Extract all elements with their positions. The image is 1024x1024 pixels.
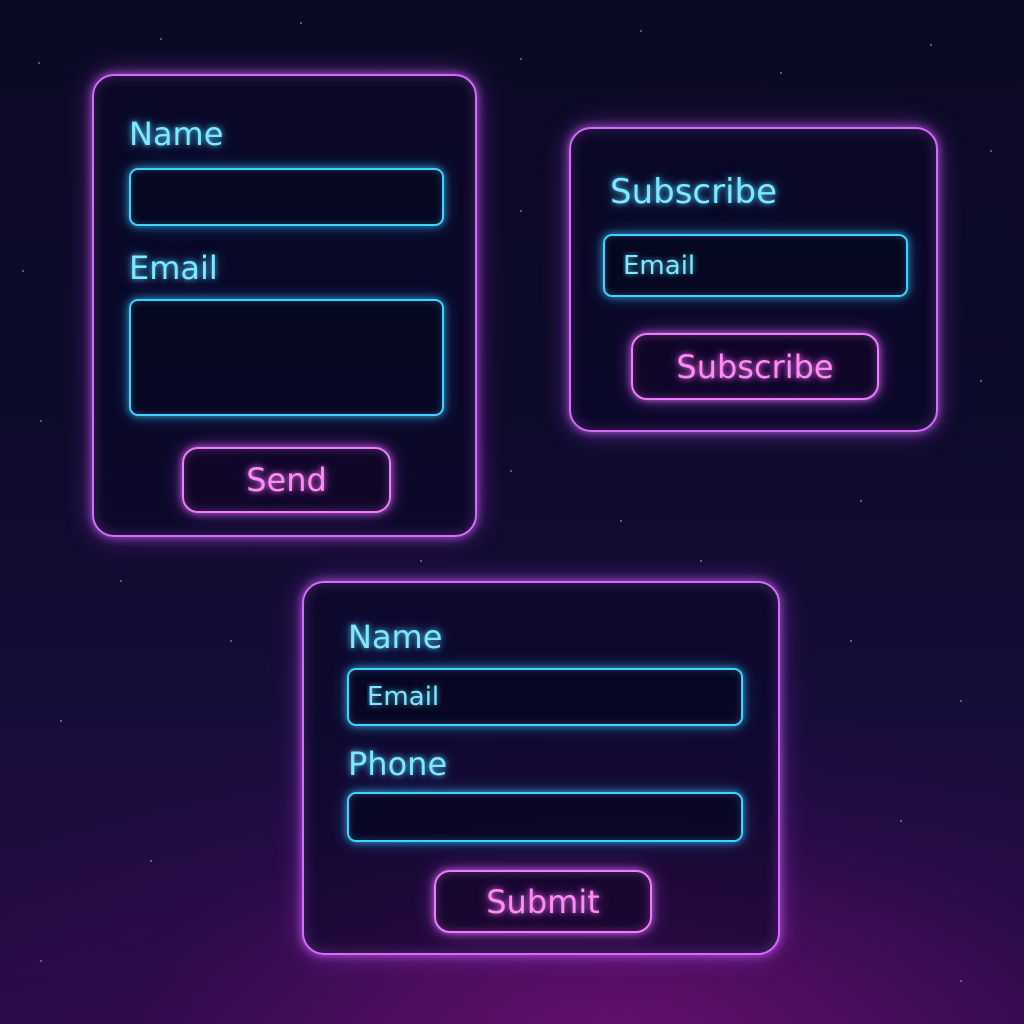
- email-textarea[interactable]: [129, 299, 444, 416]
- subscribe-email-input[interactable]: [603, 234, 908, 297]
- signup-form-card: Name Phone Submit: [302, 581, 780, 955]
- submit-button[interactable]: Submit: [434, 870, 652, 933]
- signup-name-label: Name: [348, 618, 443, 656]
- signup-email-input[interactable]: [347, 668, 743, 726]
- phone-label: Phone: [348, 745, 448, 783]
- subscribe-title: Subscribe: [610, 172, 778, 212]
- email-label: Email: [129, 249, 218, 287]
- contact-form-card: Name Email Send: [92, 74, 477, 537]
- name-input[interactable]: [129, 168, 444, 226]
- name-label: Name: [129, 115, 224, 153]
- subscribe-button[interactable]: Subscribe: [631, 333, 879, 400]
- phone-input[interactable]: [347, 792, 743, 842]
- subscribe-form-card: Subscribe Subscribe: [569, 127, 938, 432]
- send-button[interactable]: Send: [182, 447, 391, 513]
